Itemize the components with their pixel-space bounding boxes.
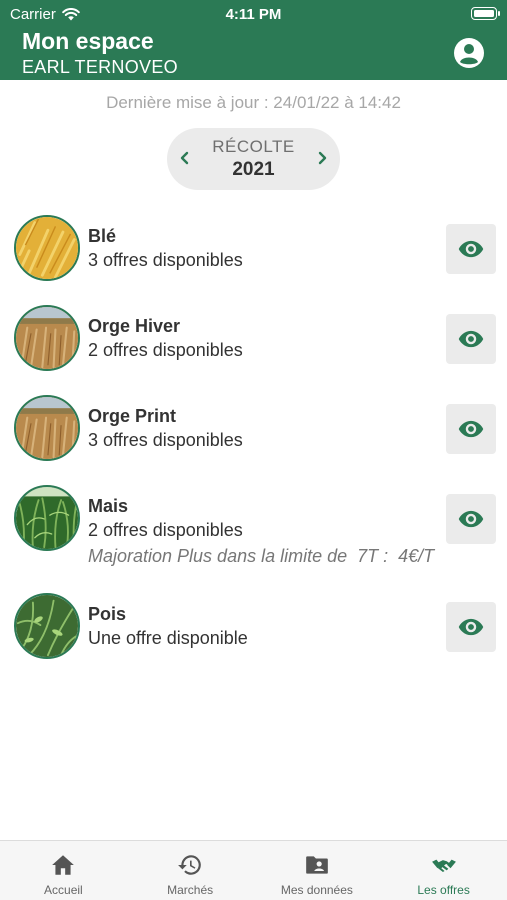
crop-name: Blé bbox=[88, 226, 117, 246]
tab-label: Accueil bbox=[44, 883, 83, 897]
battery-icon bbox=[471, 7, 500, 20]
wheat-image bbox=[14, 215, 80, 281]
offers-count: 3 offres disponibles bbox=[88, 250, 243, 270]
tab-label: Mes données bbox=[280, 883, 353, 897]
list-item[interactable]: Mais 2 offres disponibles Majoration Plu… bbox=[0, 475, 507, 583]
account-circle-icon[interactable] bbox=[453, 37, 485, 69]
bottom-tab-bar: Accueil Marchés Mes données Les offres bbox=[0, 840, 507, 900]
home-icon bbox=[52, 855, 75, 875]
tab-marches[interactable]: Marchés bbox=[127, 841, 254, 900]
offers-count: 3 offres disponibles bbox=[88, 430, 243, 450]
eye-icon bbox=[458, 510, 484, 528]
crop-name: Mais bbox=[88, 496, 129, 516]
view-offers-button[interactable] bbox=[446, 404, 496, 454]
view-offers-button[interactable] bbox=[446, 224, 496, 274]
crop-list: Blé 3 offres disponibles Orge Hiver 2 of… bbox=[0, 205, 507, 673]
tab-mes-donnees[interactable]: Mes données bbox=[254, 841, 381, 900]
page-title: Mon espace bbox=[22, 28, 154, 54]
view-offers-button[interactable] bbox=[446, 602, 496, 652]
list-item[interactable]: Orge Print 3 offres disponibles bbox=[0, 385, 507, 475]
tab-label: Marchés bbox=[167, 883, 214, 897]
offers-count: 2 offres disponibles bbox=[88, 520, 243, 540]
barley-image bbox=[14, 395, 80, 461]
farm-name: EARL TERNOVEO bbox=[22, 57, 178, 77]
eye-icon bbox=[458, 420, 484, 438]
peas-image bbox=[14, 593, 80, 659]
eye-icon bbox=[458, 240, 484, 258]
list-item[interactable]: Orge Hiver 2 offres disponibles bbox=[0, 295, 507, 385]
tab-accueil[interactable]: Accueil bbox=[0, 841, 127, 900]
folder-account-icon bbox=[306, 856, 328, 874]
list-item[interactable]: Blé 3 offres disponibles bbox=[0, 205, 507, 295]
chevron-right-icon[interactable] bbox=[312, 146, 332, 170]
list-item[interactable]: Pois Une offre disponible bbox=[0, 583, 507, 673]
status-bar: Carrier 4:11 PM bbox=[0, 0, 507, 28]
offers-count: Une offre disponible bbox=[88, 628, 248, 648]
bonus-note: Majoration Plus dans la limite de 7T : 4… bbox=[88, 546, 435, 566]
crop-name: Orge Hiver bbox=[88, 316, 181, 336]
history-icon bbox=[178, 855, 201, 875]
eye-icon bbox=[458, 618, 484, 636]
tab-les-offres[interactable]: Les offres bbox=[380, 841, 507, 900]
last-update-text: Dernière mise à jour : 24/01/22 à 14:42 bbox=[106, 93, 401, 112]
corn-image bbox=[14, 485, 80, 551]
handshake-icon bbox=[431, 859, 456, 873]
tab-label: Les offres bbox=[417, 883, 470, 897]
crop-name: Pois bbox=[88, 604, 127, 624]
eye-icon bbox=[458, 330, 484, 348]
clock: 4:11 PM bbox=[225, 6, 282, 23]
offers-count: 2 offres disponibles bbox=[88, 340, 243, 360]
app-header: Mon espace EARL TERNOVEO bbox=[0, 28, 507, 80]
barley-image bbox=[14, 305, 80, 371]
crop-name: Orge Print bbox=[88, 406, 177, 426]
view-offers-button[interactable] bbox=[446, 494, 496, 544]
view-offers-button[interactable] bbox=[446, 314, 496, 364]
season-selector: RÉCOLTE 2021 bbox=[167, 128, 340, 190]
